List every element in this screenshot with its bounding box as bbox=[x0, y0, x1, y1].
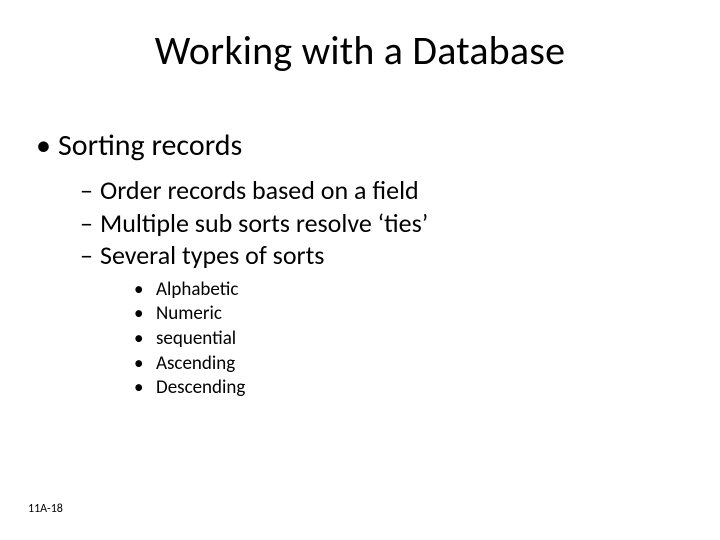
bullet-dot-icon: • bbox=[134, 278, 156, 303]
slide-body: •Sorting records –Order records based on… bbox=[36, 128, 680, 409]
bullet-level3-text: Numeric bbox=[156, 302, 222, 327]
bullet-dot-icon: • bbox=[36, 128, 58, 164]
bullet-level1: •Sorting records bbox=[36, 128, 680, 164]
bullet-dot-icon: • bbox=[134, 302, 156, 327]
bullet-level2: –Order records based on a field bbox=[80, 174, 680, 207]
dash-icon: – bbox=[80, 207, 100, 240]
bullet-level1-text: Sorting records bbox=[58, 127, 242, 164]
slide: Working with a Database •Sorting records… bbox=[0, 0, 720, 540]
bullet-dot-icon: • bbox=[134, 352, 156, 377]
bullet-level2-group: –Order records based on a field –Multipl… bbox=[80, 174, 680, 401]
bullet-level3: •Numeric bbox=[134, 302, 680, 327]
bullet-level2: –Several types of sorts bbox=[80, 239, 680, 272]
dash-icon: – bbox=[80, 239, 100, 272]
bullet-level3: •Descending bbox=[134, 376, 680, 401]
bullet-level3-text: Ascending bbox=[156, 352, 235, 377]
slide-number: 11A-18 bbox=[28, 502, 63, 516]
bullet-level3-text: Alphabetic bbox=[156, 278, 238, 303]
slide-title: Working with a Database bbox=[0, 26, 720, 75]
bullet-level3: •sequential bbox=[134, 327, 680, 352]
bullet-level2-text: Multiple sub sorts resolve ‘ties’ bbox=[100, 207, 428, 239]
bullet-dot-icon: • bbox=[134, 327, 156, 352]
bullet-dot-icon: • bbox=[134, 376, 156, 401]
bullet-level2-text: Order records based on a field bbox=[100, 174, 419, 206]
bullet-level3-text: sequential bbox=[156, 327, 236, 352]
bullet-level3-group: •Alphabetic •Numeric •sequential •Ascend… bbox=[134, 278, 680, 401]
bullet-level3: •Ascending bbox=[134, 352, 680, 377]
bullet-level2: –Multiple sub sorts resolve ‘ties’ bbox=[80, 207, 680, 240]
bullet-level3-text: Descending bbox=[156, 376, 245, 401]
dash-icon: – bbox=[80, 174, 100, 207]
bullet-level2-text: Several types of sorts bbox=[100, 239, 324, 271]
bullet-level3: •Alphabetic bbox=[134, 278, 680, 303]
